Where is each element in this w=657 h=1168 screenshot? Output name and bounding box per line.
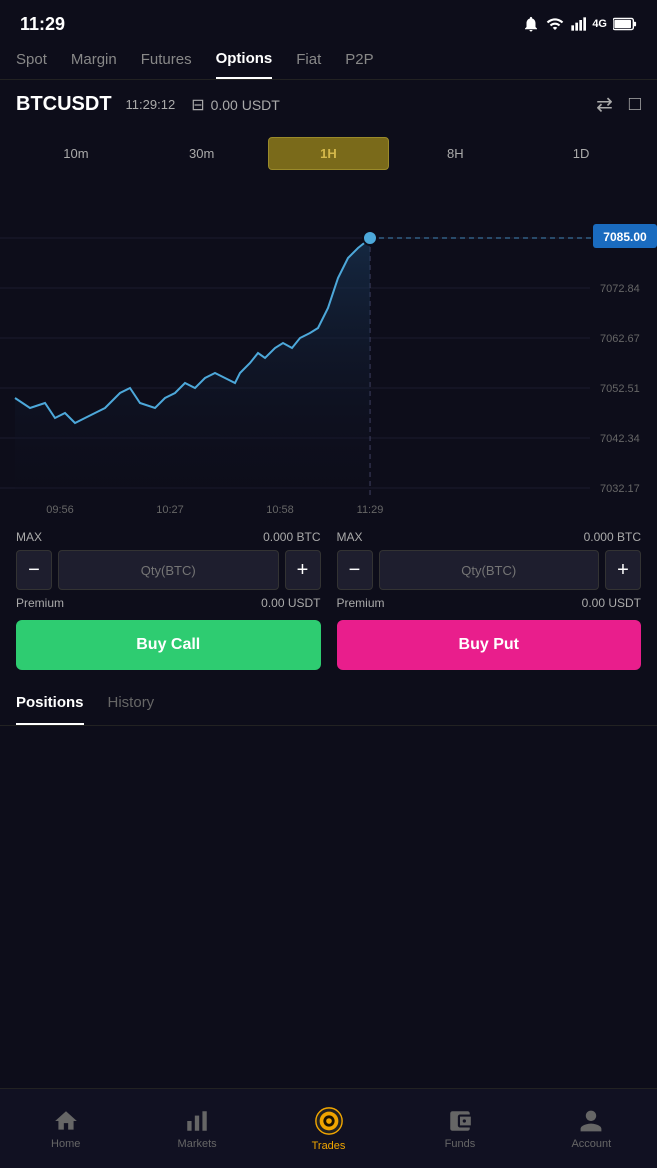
call-premium-label: Premium [16, 596, 64, 610]
tab-futures[interactable]: Futures [141, 51, 192, 78]
put-plus-btn[interactable]: + [605, 550, 641, 590]
funds-icon [447, 1108, 473, 1134]
svg-text:10:58: 10:58 [266, 504, 294, 516]
put-max-value: 0.000 BTC [584, 530, 641, 544]
tab-positions[interactable]: Positions [16, 694, 84, 725]
swap-icon[interactable]: ⇄ [596, 92, 613, 117]
nav-home-label: Home [51, 1138, 80, 1150]
call-premium-row: Premium 0.00 USDT [16, 596, 321, 610]
svg-text:7042.34: 7042.34 [600, 433, 640, 445]
call-minus-btn[interactable]: − [16, 550, 52, 590]
pair-balance-amount: 0.00 USDT [211, 97, 280, 113]
timeframe-bar: 10m 30m 1H 8H 1D [0, 129, 657, 178]
tf-1d[interactable]: 1D [521, 137, 641, 170]
nav-account[interactable]: Account [526, 1089, 657, 1168]
markets-icon [184, 1108, 210, 1134]
nav-markets[interactable]: Markets [131, 1089, 262, 1168]
nav-trades-label: Trades [312, 1140, 346, 1152]
tab-margin[interactable]: Margin [71, 51, 117, 78]
network-type: 4G [592, 18, 607, 30]
trades-icon [314, 1106, 344, 1136]
put-premium-label: Premium [337, 596, 385, 610]
status-icons: 4G [522, 15, 637, 33]
nav-trades[interactable]: Trades [263, 1089, 394, 1168]
price-chart[interactable]: 7085.00 7072.84 7062.67 7052.51 7042.34 … [0, 178, 657, 518]
alarm-icon [522, 15, 540, 33]
nav-tabs: Spot Margin Futures Options Fiat P2P [0, 44, 657, 80]
chart-area: 7085.00 7072.84 7062.67 7052.51 7042.34 … [0, 178, 657, 518]
status-time: 11:29 [20, 14, 65, 35]
svg-text:10:27: 10:27 [156, 504, 184, 516]
svg-text:7072.84: 7072.84 [600, 283, 640, 295]
trading-section: MAX 0.000 BTC − + Premium 0.00 USDT Buy … [0, 518, 657, 678]
bottom-nav: Home Markets Trades Funds Account [0, 1088, 657, 1168]
nav-home[interactable]: Home [0, 1089, 131, 1168]
nav-funds-label: Funds [445, 1138, 476, 1150]
nav-funds[interactable]: Funds [394, 1089, 525, 1168]
tab-options[interactable]: Options [216, 50, 273, 79]
tab-history[interactable]: History [108, 694, 155, 725]
call-max-row: MAX 0.000 BTC [16, 530, 321, 544]
status-bar: 11:29 4G [0, 0, 657, 44]
buy-call-button[interactable]: Buy Call [16, 620, 321, 670]
put-premium-row: Premium 0.00 USDT [337, 596, 642, 610]
svg-text:7062.67: 7062.67 [600, 333, 640, 345]
call-premium-value: 0.00 USDT [261, 596, 320, 610]
buy-put-button[interactable]: Buy Put [337, 620, 642, 670]
put-qty-input[interactable] [379, 550, 600, 590]
pair-balance: ⊟ 0.00 USDT [191, 95, 280, 115]
pair-time: 11:29:12 [126, 97, 176, 112]
battery-icon [613, 17, 637, 31]
put-qty-row: − + [337, 550, 642, 590]
info-icon[interactable]: □ [629, 93, 641, 116]
signal-icon [570, 16, 586, 32]
tab-p2p[interactable]: P2P [345, 51, 373, 78]
call-qty-input[interactable] [58, 550, 279, 590]
put-premium-value: 0.00 USDT [582, 596, 641, 610]
home-icon [53, 1108, 79, 1134]
tab-fiat[interactable]: Fiat [296, 51, 321, 78]
wifi-icon [546, 15, 564, 33]
nav-account-label: Account [571, 1138, 611, 1150]
svg-text:7085.00: 7085.00 [603, 230, 647, 244]
call-side: MAX 0.000 BTC − + Premium 0.00 USDT Buy … [16, 530, 321, 670]
nav-markets-label: Markets [178, 1138, 217, 1150]
tf-30m[interactable]: 30m [142, 137, 262, 170]
pair-name[interactable]: BTCUSDT [16, 93, 112, 116]
section-tabs: Positions History [0, 678, 657, 726]
call-plus-btn[interactable]: + [285, 550, 321, 590]
pair-header: BTCUSDT 11:29:12 ⊟ 0.00 USDT ⇄ □ [0, 80, 657, 129]
tf-10m[interactable]: 10m [16, 137, 136, 170]
call-max-value: 0.000 BTC [263, 530, 320, 544]
svg-text:7032.17: 7032.17 [600, 483, 640, 495]
put-max-label: MAX [337, 530, 363, 544]
header-actions: ⇄ □ [596, 92, 641, 117]
tf-1h[interactable]: 1H [268, 137, 390, 170]
svg-text:7052.51: 7052.51 [600, 383, 640, 395]
call-qty-row: − + [16, 550, 321, 590]
tf-8h[interactable]: 8H [395, 137, 515, 170]
svg-text:11:29: 11:29 [357, 504, 384, 516]
put-minus-btn[interactable]: − [337, 550, 373, 590]
svg-text:09:56: 09:56 [46, 504, 74, 516]
positions-content [0, 726, 657, 766]
account-icon [578, 1108, 604, 1134]
tab-spot[interactable]: Spot [16, 51, 47, 78]
put-max-row: MAX 0.000 BTC [337, 530, 642, 544]
call-max-label: MAX [16, 530, 42, 544]
balance-card-icon: ⊟ [191, 95, 204, 115]
put-side: MAX 0.000 BTC − + Premium 0.00 USDT Buy … [337, 530, 642, 670]
